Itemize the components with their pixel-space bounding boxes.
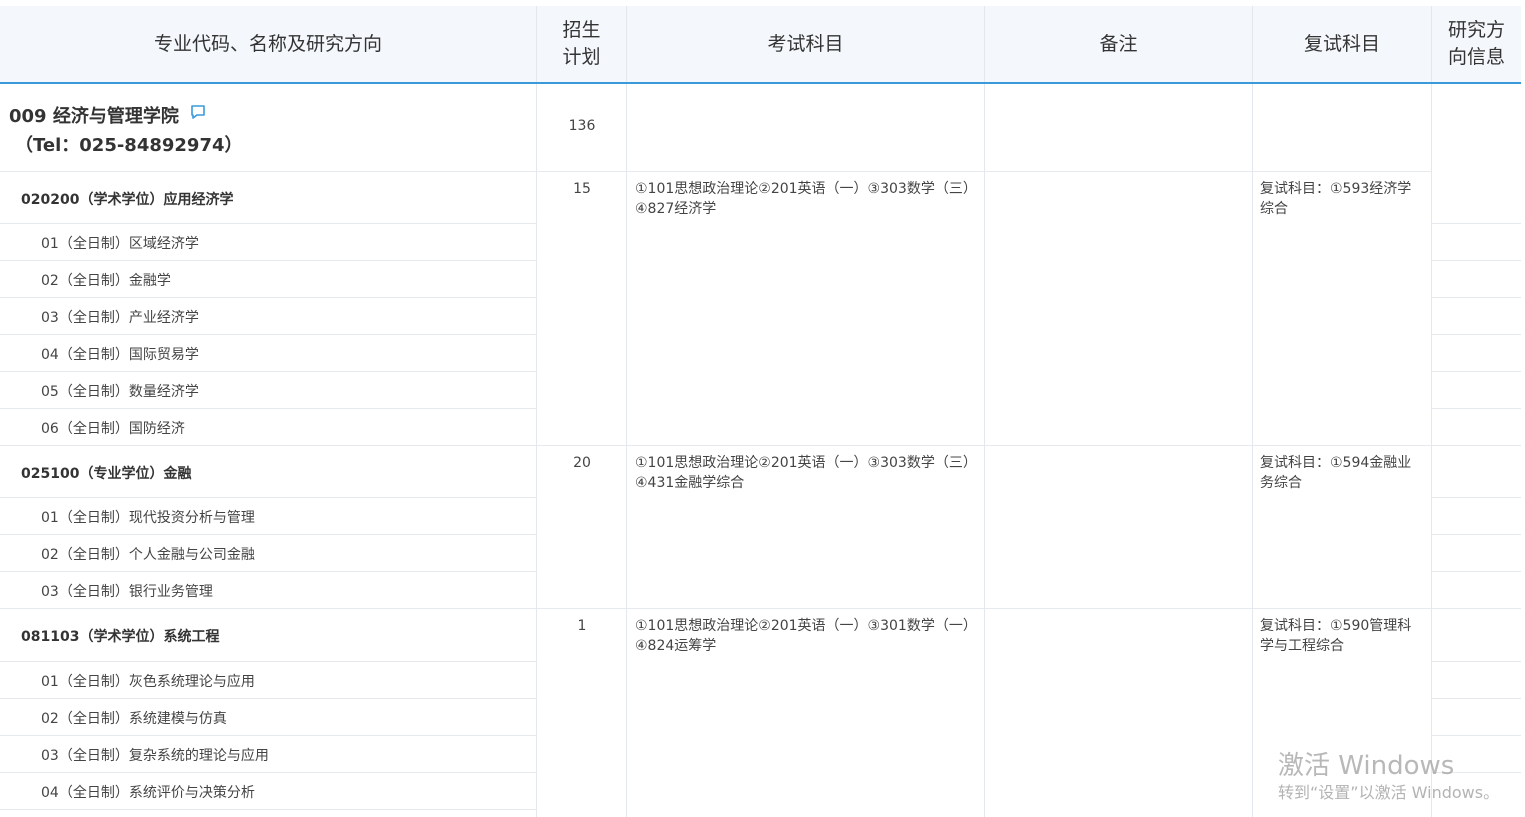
row-divider (0, 334, 537, 335)
row-divider (1432, 534, 1521, 535)
exam-line2: ④824运筹学 (635, 638, 717, 654)
major-exam: ①101思想政治理论②201英语（一）③303数学（三） ④827经济学 (635, 179, 980, 219)
col-divider-5 (1431, 84, 1432, 817)
retest-line1: 复试科目：①593经济学 (1260, 181, 1412, 197)
major-exam: ①101思想政治理论②201英语（一）③303数学（三） ④431金融学综合 (635, 453, 980, 493)
list-item: 01（全日制）区域经济学 (41, 236, 199, 252)
row-divider (0, 735, 537, 736)
row-divider (0, 371, 537, 372)
retest-line2: 学与工程综合 (1260, 638, 1344, 654)
program-table: 专业代码、名称及研究方向 招生 计划 考试科目 备注 复试科目 研究方 向信息 … (0, 6, 1521, 817)
row-divider-college (0, 171, 1432, 172)
list-item: 06（全日制）国防经济 (41, 421, 185, 437)
list-item: 03（全日制）产业经济学 (41, 310, 199, 326)
row-divider (0, 772, 537, 773)
row-divider-major2 (0, 445, 1521, 446)
college-plan: 136 (568, 118, 596, 134)
col-divider-4 (1252, 84, 1253, 817)
header-direction-line2: 向信息 (1447, 46, 1505, 68)
windows-activation-title: 激活 Windows (1278, 751, 1455, 781)
list-item: 02（全日制）金融学 (41, 273, 171, 289)
row-divider (0, 408, 537, 409)
major-exam: ①101思想政治理论②201英语（一）③301数学（一） ④824运筹学 (635, 616, 980, 656)
row-divider (1432, 297, 1521, 298)
row-divider (1432, 371, 1521, 372)
exam-line2: ④431金融学综合 (635, 475, 745, 491)
header-major-label: 专业代码、名称及研究方向 (153, 32, 382, 55)
header-underline (0, 82, 1521, 84)
row-divider (0, 223, 537, 224)
major-label: 081103（学术学位）系统工程 (21, 629, 220, 645)
college-tel: （Tel：025-84892974） (15, 135, 243, 156)
windows-activation-hint: 转到“设置”以激活 Windows。 (1278, 783, 1500, 802)
list-item: 03（全日制）复杂系统的理论与应用 (41, 748, 269, 764)
row-divider (1432, 497, 1521, 498)
row-divider (0, 534, 537, 535)
retest-line2: 务综合 (1260, 475, 1302, 491)
row-divider (1432, 408, 1521, 409)
header-exam: 考试科目 (627, 6, 985, 82)
header-plan: 招生 计划 (537, 6, 627, 82)
row-divider (1432, 334, 1521, 335)
exam-line1: ①101思想政治理论②201英语（一）③303数学（三） (635, 181, 977, 197)
list-item: 04（全日制）系统评价与决策分析 (41, 785, 255, 801)
header-retest: 复试科目 (1253, 6, 1432, 82)
row-divider (1432, 260, 1521, 261)
major-retest: 复试科目：①593经济学 综合 (1260, 179, 1425, 219)
row-divider-bottom (0, 809, 537, 810)
exam-line2: ④827经济学 (635, 201, 717, 217)
header-retest-label: 复试科目 (1303, 32, 1380, 55)
row-divider (0, 297, 537, 298)
row-divider (0, 497, 537, 498)
row-divider (1432, 735, 1521, 736)
retest-line2: 综合 (1260, 201, 1288, 217)
list-item: 01（全日制）灰色系统理论与应用 (41, 674, 255, 690)
list-item: 02（全日制）系统建模与仿真 (41, 711, 227, 727)
header-note: 备注 (985, 6, 1253, 82)
row-divider-major3 (0, 608, 1521, 609)
list-item: 02（全日制）个人金融与公司金融 (41, 547, 255, 563)
row-divider (0, 571, 537, 572)
header-major: 专业代码、名称及研究方向 (0, 6, 537, 82)
college-name: 009 经济与管理学院 (9, 106, 179, 127)
major-plan: 15 (573, 181, 591, 197)
row-divider (1432, 698, 1521, 699)
major-plan: 1 (577, 618, 587, 634)
row-divider (1432, 223, 1521, 224)
col-divider-3 (984, 84, 985, 817)
major-label: 025100（专业学位）金融 (21, 466, 192, 482)
header-plan-line2: 计划 (562, 46, 601, 68)
comment-icon[interactable] (189, 103, 207, 121)
header-direction-info: 研究方 向信息 (1432, 6, 1521, 82)
major-plan: 20 (573, 455, 591, 471)
retest-line1: 复试科目：①594金融业 (1260, 455, 1412, 471)
row-divider (0, 260, 537, 261)
row-divider (0, 661, 537, 662)
header-direction-line1: 研究方 (1447, 19, 1505, 41)
list-item: 05（全日制）数量经济学 (41, 384, 199, 400)
row-divider (1432, 571, 1521, 572)
row-divider (1432, 661, 1521, 662)
list-item: 04（全日制）国际贸易学 (41, 347, 199, 363)
major-label: 020200（学术学位）应用经济学 (21, 192, 234, 208)
list-item: 01（全日制）现代投资分析与管理 (41, 510, 255, 526)
list-item: 03（全日制）银行业务管理 (41, 584, 213, 600)
row-divider (0, 698, 537, 699)
exam-line1: ①101思想政治理论②201英语（一）③303数学（三） (635, 455, 977, 471)
major-retest: 复试科目：①590管理科 学与工程综合 (1260, 616, 1425, 656)
major-retest: 复试科目：①594金融业 务综合 (1260, 453, 1425, 493)
header-exam-label: 考试科目 (767, 32, 844, 55)
exam-line1: ①101思想政治理论②201英语（一）③301数学（一） (635, 618, 977, 634)
header-plan-line1: 招生 (562, 19, 601, 41)
retest-line1: 复试科目：①590管理科 (1260, 618, 1412, 634)
header-note-label: 备注 (1099, 32, 1138, 55)
